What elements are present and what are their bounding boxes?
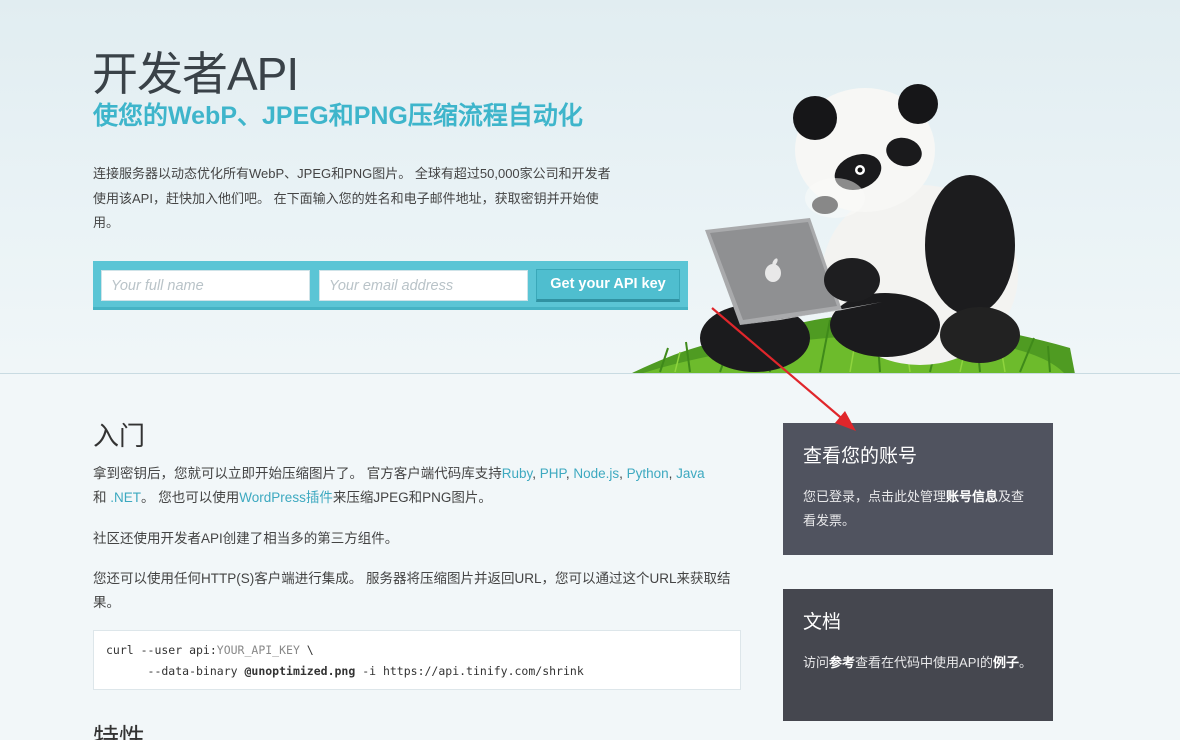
full-name-input[interactable] <box>101 270 310 301</box>
features-heading: 特性 <box>93 723 146 740</box>
python-link[interactable]: Python <box>627 466 669 481</box>
curl-code-sample[interactable]: curl --user api:YOUR_API_KEY \ --data-bi… <box>93 630 741 690</box>
account-info-link[interactable]: 账号信息 <box>946 489 998 504</box>
account-card-title: 查看您的账号 <box>803 446 918 467</box>
hero-section: 开发者API 使您的WebP、JPEG和PNG压缩流程自动化 连接服务器以动态优… <box>0 0 1180 374</box>
hero-intro-text: 连接服务器以动态优化所有WebP、JPEG和PNG图片。 全球有超过50,000… <box>93 166 611 230</box>
page-title: 开发者API <box>92 48 299 100</box>
docs-card[interactable]: 文档 访问参考查看在代码中使用API的例子。 <box>783 589 1053 721</box>
php-link[interactable]: PHP <box>540 466 566 481</box>
examples-link[interactable]: 例子 <box>993 655 1019 670</box>
docs-card-text: 访问参考查看在代码中使用API的例子。 <box>803 655 1033 670</box>
docs-card-title: 文档 <box>803 612 842 633</box>
page-subtitle: 使您的WebP、JPEG和PNG压缩流程自动化 <box>93 102 583 130</box>
email-input[interactable] <box>319 270 528 301</box>
wordpress-plugin-link[interactable]: WordPress插件 <box>239 490 333 505</box>
community-text: 社区还使用开发者API创建了相当多的第三方组件。 <box>93 531 399 546</box>
panda-mascot <box>632 84 1075 373</box>
dotnet-link[interactable]: .NET <box>110 490 141 505</box>
http-client-text: 您还可以使用任何HTTP(S)客户端进行集成。 服务器将压缩图片并返回URL，您… <box>93 571 731 610</box>
nodejs-link[interactable]: Node.js <box>573 466 619 481</box>
getting-started-heading: 入门 <box>93 421 146 451</box>
java-link[interactable]: Java <box>676 466 705 481</box>
api-signup-form: Get your API key <box>93 261 688 310</box>
account-card[interactable]: 查看您的账号 您已登录，点击此处管理账号信息及查看发票。 <box>783 423 1053 555</box>
reference-link[interactable]: 参考 <box>829 655 855 670</box>
getting-started-intro: 拿到密钥后，您就可以立即开始压缩图片了。 官方客户端代码库支持Ruby, PHP… <box>93 466 705 505</box>
account-card-text: 您已登录，点击此处管理账号信息及查看发票。 <box>803 489 1025 528</box>
ruby-link[interactable]: Ruby <box>502 466 533 481</box>
